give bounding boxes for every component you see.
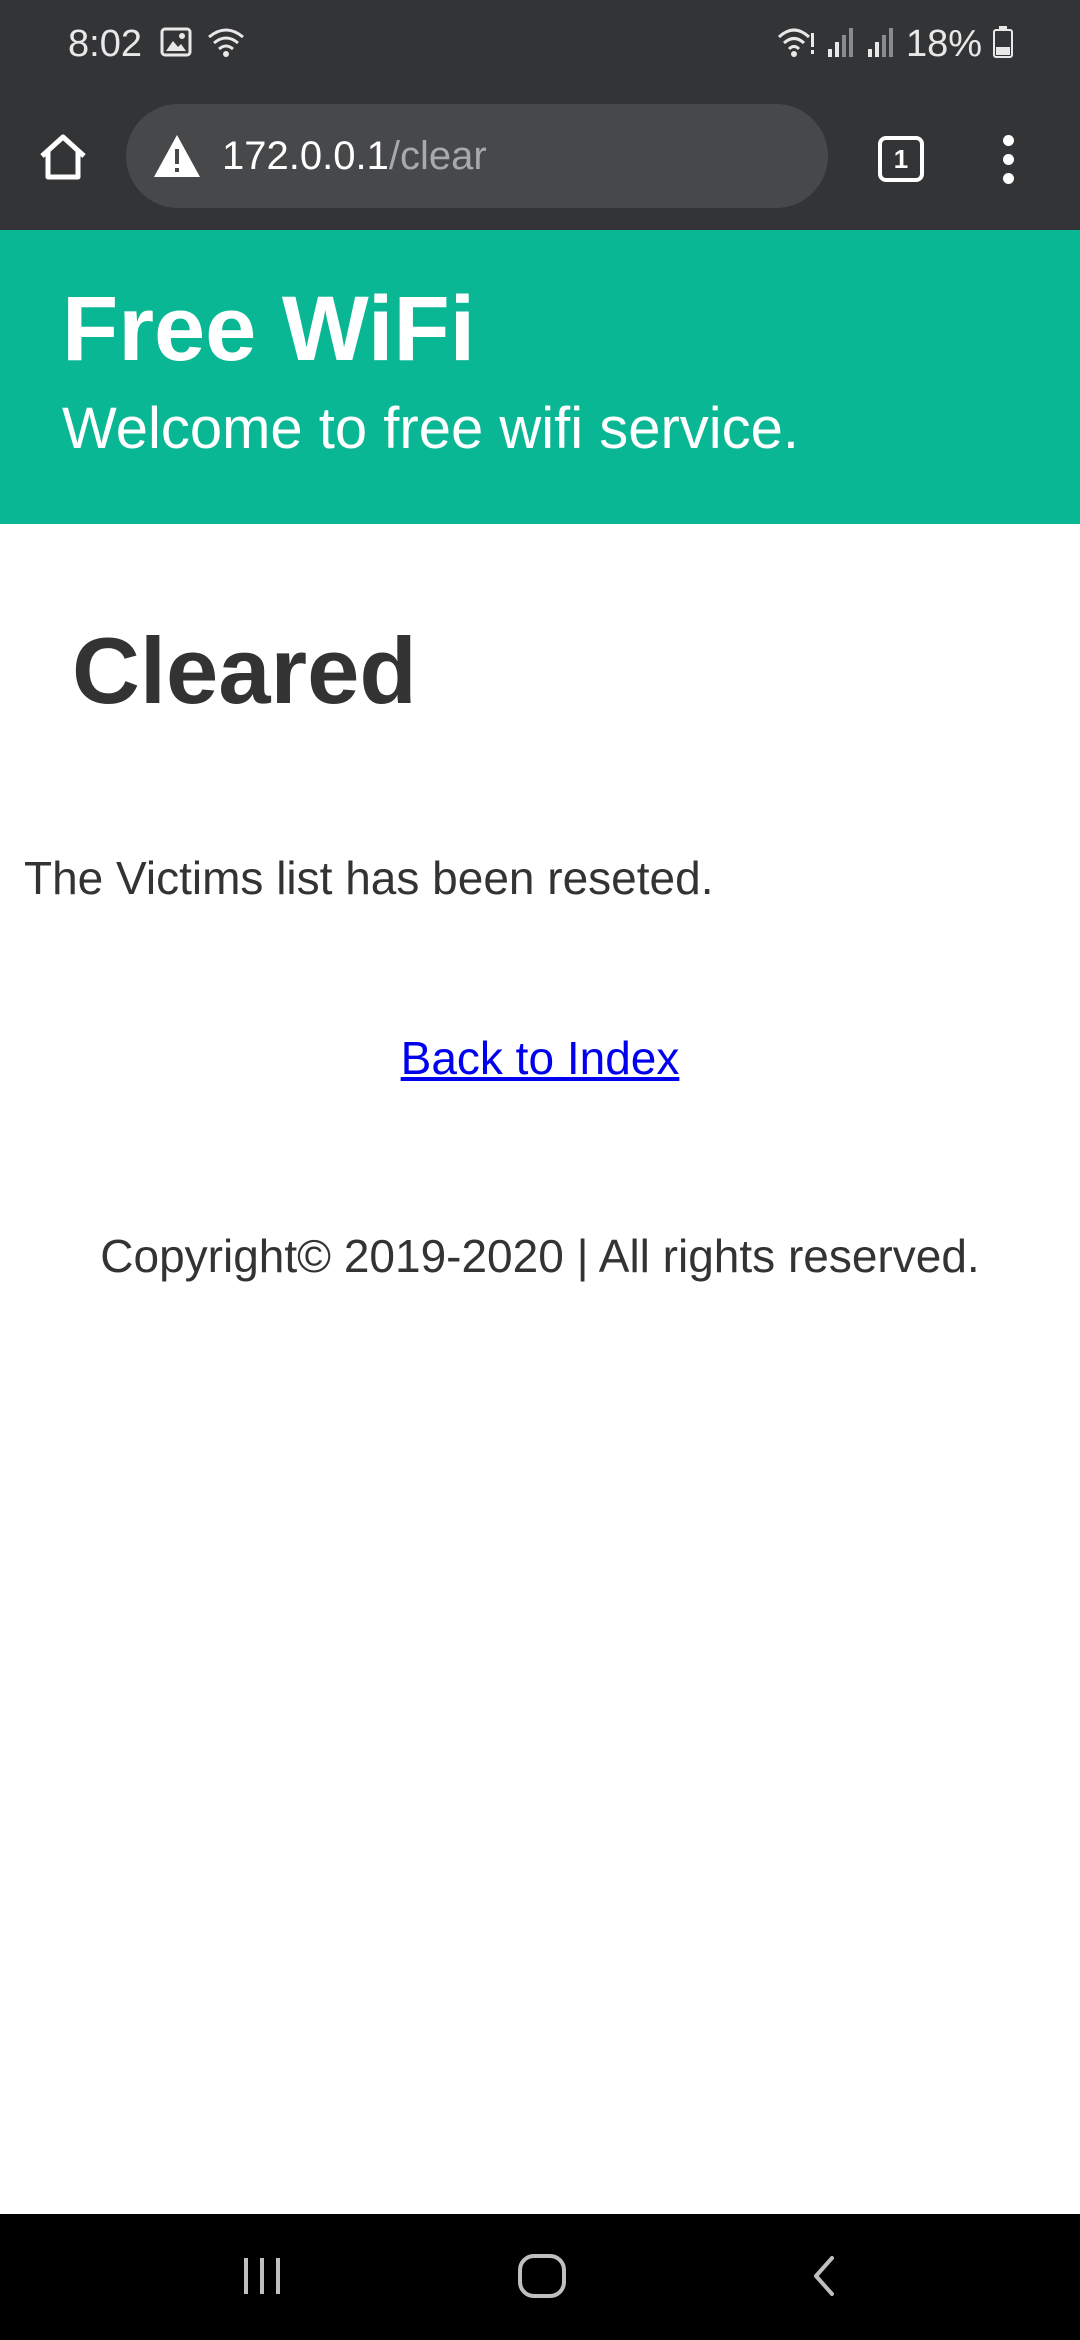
status-bar: 8:02 18% <box>0 0 1080 88</box>
home-nav-icon <box>516 2252 568 2305</box>
more-icon-dot <box>1002 153 1014 165</box>
url-host: 172.0.0.1 <box>222 134 389 178</box>
header-subtitle: Welcome to free wifi service. <box>62 396 800 461</box>
navigation-bar <box>0 2214 1080 2340</box>
back-to-index-link[interactable]: Back to Index <box>401 1032 680 1084</box>
signal-icon <box>826 25 856 64</box>
page-title: Cleared <box>72 618 417 723</box>
battery-percent: 18% <box>905 23 982 65</box>
home-button[interactable] <box>28 124 98 194</box>
warning-icon[interactable] <box>152 132 202 180</box>
menu-button[interactable] <box>984 124 1032 194</box>
back-icon <box>804 2252 844 2305</box>
recent-apps-icon <box>238 2254 286 2303</box>
home-icon <box>36 132 90 187</box>
wifi-question-icon <box>206 25 246 64</box>
status-time: 8:02 <box>68 23 142 65</box>
status-system-icons: 18% <box>776 20 1014 68</box>
battery-icon <box>992 25 1014 64</box>
status-message: The Victims list has been reseted. <box>24 852 714 904</box>
more-icon-dot <box>1002 172 1014 184</box>
copyright-text: Copyright© 2019-2020 | All rights reserv… <box>100 1230 980 1282</box>
back-nav-button[interactable] <box>784 2238 864 2318</box>
page-header: Free WiFi Welcome to free wifi service. <box>0 230 1080 524</box>
wifi-icon <box>776 25 816 64</box>
more-icon-dot <box>1002 134 1014 146</box>
back-link-container: Back to Index <box>0 1028 1080 1088</box>
tab-count: 1 <box>878 136 924 182</box>
gallery-icon <box>160 27 192 62</box>
signal-icon <box>866 25 896 64</box>
address-bar[interactable]: 172.0.0.1/clear <box>126 104 828 208</box>
home-nav-button[interactable] <box>502 2238 582 2318</box>
header-title: Free WiFi <box>62 278 476 380</box>
browser-toolbar: 172.0.0.1/clear 1 <box>0 88 1080 230</box>
status-notification-icons <box>160 24 246 64</box>
tabs-button[interactable]: 1 <box>874 132 926 184</box>
recent-apps-button[interactable] <box>222 2238 302 2318</box>
url-text[interactable]: 172.0.0.1/clear <box>222 104 487 208</box>
url-path: /clear <box>388 134 487 178</box>
